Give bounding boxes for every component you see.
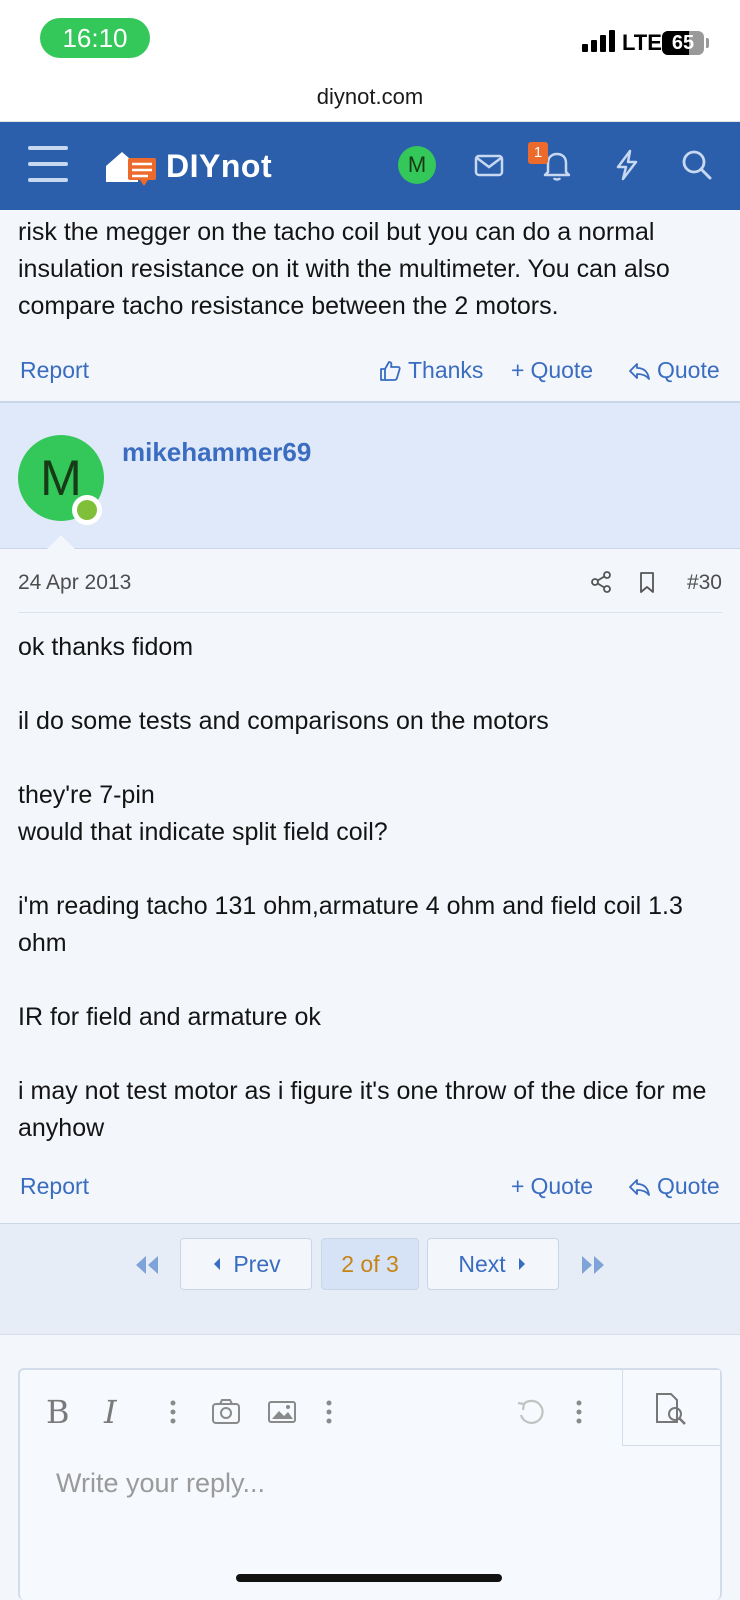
chevron-right-icon [518,1258,525,1270]
post-user-header: M mikehammer69 [0,403,740,550]
post-paragraph: il do some tests and comparisons on the … [18,707,549,735]
more-options-icon[interactable] [164,1392,182,1432]
post-date[interactable]: 24 Apr 2013 [18,571,131,595]
multi-quote-button[interactable]: + Quote [511,1173,593,1200]
post-paragraph: i'm reading tacho 131 ohm,armature 4 ohm… [18,892,683,957]
more-options-icon[interactable] [320,1392,338,1432]
bold-button[interactable]: B [46,1392,70,1432]
quote-button[interactable]: Quote [627,1173,720,1200]
network-label: LTE [622,30,662,55]
current-page-indicator[interactable]: 2 of 3 [321,1238,419,1290]
status-time: 16:10 [40,18,150,58]
search-icon[interactable] [680,148,714,182]
more-options-icon[interactable] [570,1392,588,1432]
post-paragraph: IR for field and armature ok [18,1003,321,1031]
menu-icon[interactable] [28,146,68,182]
thanks-button[interactable]: Thanks [378,357,483,384]
preview-button[interactable] [622,1370,720,1446]
previous-post-actions: Report Thanks + Quote Quote [0,343,740,401]
plus-icon: + [511,357,525,383]
prev-page-button[interactable]: Prev [180,1238,312,1290]
battery-tip [706,38,709,48]
chevron-left-icon [214,1258,221,1270]
logo-house-icon [106,152,156,186]
reply-arrow-icon [629,362,650,380]
quote-label: Quote [657,357,720,383]
home-indicator[interactable] [236,1574,502,1582]
quote-label: Quote [657,1173,720,1199]
next-page-button[interactable]: Next [427,1238,559,1290]
next-label: Next [458,1250,506,1277]
post-actions: Report + Quote Quote [0,1159,740,1217]
camera-icon[interactable] [210,1392,242,1432]
prev-label: Prev [233,1250,281,1277]
site-header: DIYnot M 1 [0,122,740,210]
post-body: ok thanks fidom il do some tests and com… [0,613,740,1147]
report-link[interactable]: Report [20,357,89,384]
quote-button[interactable]: Quote [627,357,720,384]
post-caret [46,535,76,550]
first-page-icon[interactable] [132,1252,162,1278]
image-icon[interactable] [266,1392,298,1432]
post-meta: 24 Apr 2013 #30 [18,549,722,613]
pagination: Prev 2 of 3 Next [0,1223,740,1335]
italic-button[interactable]: I [104,1392,117,1432]
post-number[interactable]: #30 [687,571,722,595]
status-bar: 16:10 LTE 65 [0,0,740,72]
header-avatar[interactable]: M [398,146,436,184]
online-status-icon [72,495,102,525]
multi-quote-label: Quote [530,357,594,383]
reply-arrow-icon [629,1178,650,1196]
bookmark-icon[interactable] [634,569,660,595]
plus-icon: + [511,1173,525,1199]
post-paragraph: ok thanks fidom [18,633,194,661]
share-icon[interactable] [588,569,614,595]
reply-editor: B I Write your reply... [18,1368,722,1600]
multi-quote-label: Quote [530,1173,594,1199]
thread-content: risk the megger on the tacho coil but yo… [0,210,740,1335]
logo-text: DIYnot [166,147,273,184]
preview-icon [656,1393,686,1425]
notification-badge: 1 [528,142,548,164]
undo-icon[interactable] [514,1392,548,1432]
signal-icon [582,30,615,52]
post-paragraph: they're 7-pin would that indicate split … [18,781,388,846]
report-link[interactable]: Report [20,1173,89,1200]
battery-level: 65 [671,32,695,54]
thanks-label: Thanks [408,357,484,383]
reply-input[interactable]: Write your reply... [56,1468,265,1499]
mail-icon[interactable] [472,148,506,182]
post-paragraph: i may not test motor as i figure it's on… [18,1077,707,1142]
previous-post-text: risk the megger on the tacho coil but yo… [18,218,670,320]
battery-icon: 65 [662,31,704,55]
site-logo[interactable]: DIYnot [104,144,272,188]
thumbs-up-icon [380,360,401,381]
last-page-icon[interactable] [578,1252,608,1278]
username-link[interactable]: mikehammer69 [122,437,311,468]
url-bar[interactable]: diynot.com [0,72,740,122]
multi-quote-button[interactable]: + Quote [511,357,593,384]
lightning-icon[interactable] [610,148,644,182]
